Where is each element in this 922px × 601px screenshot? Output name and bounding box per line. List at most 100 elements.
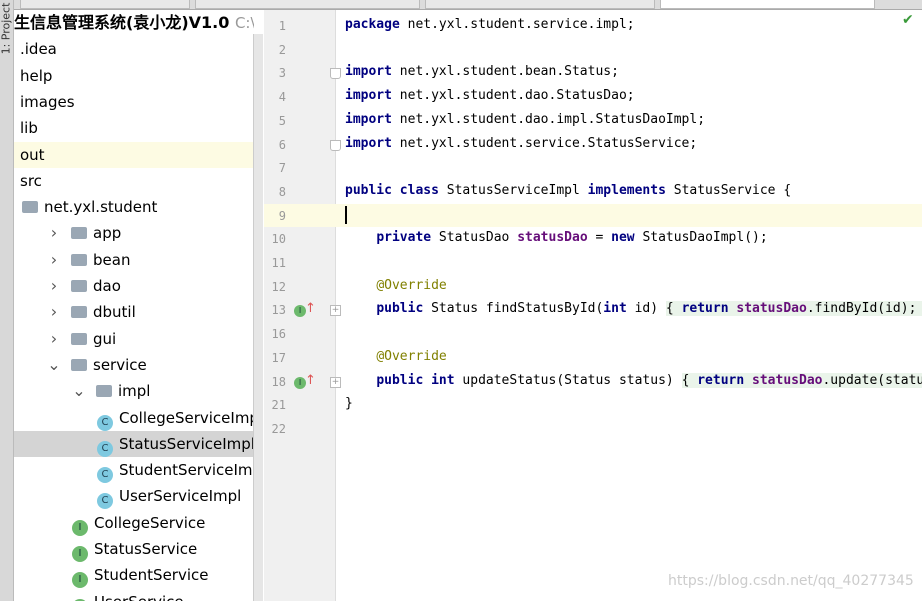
- tree-item[interactable]: IUserService: [14, 589, 254, 601]
- tree-item-label: UserService: [94, 593, 184, 601]
- tree-item-label: dao: [93, 277, 121, 295]
- tree-item[interactable]: images: [14, 89, 254, 115]
- tree-item-label: app: [93, 224, 122, 243]
- line-number: 6: [278, 137, 286, 152]
- arrow-up-icon[interactable]: ↑: [305, 373, 316, 388]
- tree-item[interactable]: I StudentService: [14, 562, 254, 589]
- tree-item[interactable]: ⌄ impl: [14, 378, 254, 404]
- project-tree: 生信息管理系统(袁小龙)V1.0 C:\User .idea help images…: [14, 10, 254, 601]
- code-line[interactable]: public Status findStatusById(int id) { r…: [345, 301, 922, 317]
- chevron-down-icon[interactable]: ⌄: [72, 378, 86, 404]
- tree-item-label: CollegeServiceImpl: [119, 408, 254, 427]
- tree-item[interactable]: lib: [14, 115, 254, 141]
- editor-tab[interactable]: [195, 0, 420, 9]
- tree-item-label: impl: [118, 382, 151, 401]
- code-line[interactable]: }: [345, 396, 353, 411]
- line-number: 12: [271, 279, 286, 294]
- line-number: 5: [278, 113, 286, 128]
- code-line[interactable]: import net.yxl.student.dao.impl.StatusDa…: [345, 112, 705, 127]
- line-number: 11: [271, 256, 286, 270]
- tree-item-label: out: [20, 145, 45, 164]
- tree-item-label: .idea: [20, 40, 57, 59]
- tree-item[interactable]: help: [14, 63, 254, 89]
- code-line[interactable]: import net.yxl.student.service.StatusSer…: [345, 136, 697, 151]
- tree-item[interactable]: src: [14, 168, 254, 194]
- fold-marker-icon[interactable]: [330, 68, 341, 80]
- class-icon: C: [97, 467, 113, 484]
- tree-item-label: src: [20, 171, 42, 190]
- tree-item[interactable]: C CollegeServiceImpl: [14, 405, 254, 431]
- chevron-down-icon[interactable]: ⌄: [47, 352, 61, 378]
- current-line-highlight: [264, 204, 922, 227]
- tree-item[interactable]: out: [14, 141, 254, 168]
- package-icon: [96, 385, 112, 398]
- editor-tab[interactable]: [20, 0, 190, 9]
- chevron-right-icon[interactable]: ›: [47, 220, 61, 246]
- no-errors-check-icon[interactable]: ✔: [902, 12, 914, 28]
- line-number: 16: [271, 327, 286, 342]
- line-number: 13: [271, 303, 286, 318]
- class-icon: C: [97, 440, 113, 457]
- code-line[interactable]: package net.yxl.student.service.impl;: [345, 17, 635, 32]
- project-tree-scrollbar[interactable]: [253, 34, 263, 601]
- interface-icon: I: [72, 546, 88, 562]
- tree-item[interactable]: › dao: [14, 273, 254, 299]
- line-number: 1: [278, 19, 286, 33]
- watermark: https://blog.csdn.net/qq_40277345: [668, 573, 914, 589]
- tree-item[interactable]: .idea: [14, 36, 254, 62]
- tree-item-label: lib: [20, 119, 38, 138]
- project-tool-window-button[interactable]: 1: Project: [0, 0, 14, 601]
- editor-tab-strip: [0, 0, 922, 10]
- tree-item-label: service: [93, 355, 147, 374]
- tree-item[interactable]: › app: [14, 220, 254, 246]
- class-icon: C: [97, 414, 113, 431]
- tree-item[interactable]: net.yxl.student: [14, 194, 254, 220]
- arrow-up-icon[interactable]: ↑: [305, 301, 316, 316]
- package-icon: [71, 306, 87, 319]
- line-number: 22: [271, 421, 286, 436]
- package-icon: [71, 358, 87, 371]
- expand-fold-icon[interactable]: +: [330, 376, 341, 388]
- editor-tab-active[interactable]: [660, 0, 875, 9]
- chevron-right-icon[interactable]: ›: [47, 273, 61, 299]
- tree-item[interactable]: I StatusService: [14, 536, 254, 562]
- tree-item-label: gui: [93, 329, 117, 348]
- line-number: 2: [278, 42, 286, 57]
- interface-icon: I: [72, 572, 88, 589]
- editor-tab[interactable]: [425, 0, 655, 9]
- chevron-right-icon[interactable]: ›: [47, 326, 61, 352]
- tree-item[interactable]: I CollegeService: [14, 510, 254, 536]
- package-icon: [71, 332, 87, 345]
- line-number: 7: [278, 161, 286, 176]
- project-path: C:\User: [234, 14, 254, 32]
- tree-item[interactable]: › bean: [14, 247, 254, 273]
- project-root[interactable]: 生信息管理系统(袁小龙)V1.0 C:\User: [14, 10, 254, 36]
- line-number: 8: [278, 184, 286, 199]
- code-line[interactable]: import net.yxl.student.bean.Status;: [345, 64, 619, 79]
- chevron-right-icon[interactable]: ›: [47, 247, 61, 273]
- chevron-right-icon[interactable]: ›: [47, 299, 61, 325]
- code-line[interactable]: private StatusDao statusDao = new Status…: [345, 230, 767, 245]
- tree-item-label: StatusService: [94, 540, 198, 558]
- tree-item[interactable]: C StudentServiceImpl: [14, 457, 254, 484]
- fold-marker-icon[interactable]: [330, 139, 341, 151]
- tree-item-label: net.yxl.student: [44, 198, 158, 217]
- tree-item[interactable]: C UserServiceImpl: [14, 483, 254, 510]
- code-line[interactable]: import net.yxl.student.dao.StatusDao;: [345, 88, 635, 103]
- code-line[interactable]: @Override: [345, 349, 446, 364]
- code-line[interactable]: @Override: [345, 278, 446, 293]
- tree-item[interactable]: › gui: [14, 326, 254, 352]
- tree-item-label: help: [20, 66, 53, 85]
- package-icon: [71, 227, 87, 240]
- package-icon: [71, 280, 87, 292]
- tree-item[interactable]: › dbutil: [14, 299, 254, 325]
- interface-icon: I: [72, 519, 88, 536]
- tree-item[interactable]: ⌄ service: [14, 352, 254, 378]
- tree-item[interactable]: C StatusServiceImpl: [14, 430, 254, 457]
- text-caret: [345, 206, 347, 224]
- line-number: 4: [278, 90, 286, 105]
- expand-fold-icon[interactable]: +: [330, 305, 341, 317]
- code-line[interactable]: public class StatusServiceImpl implement…: [345, 183, 791, 198]
- tree-item-label: bean: [93, 250, 131, 269]
- code-line[interactable]: public int updateStatus(Status status) {…: [345, 372, 922, 388]
